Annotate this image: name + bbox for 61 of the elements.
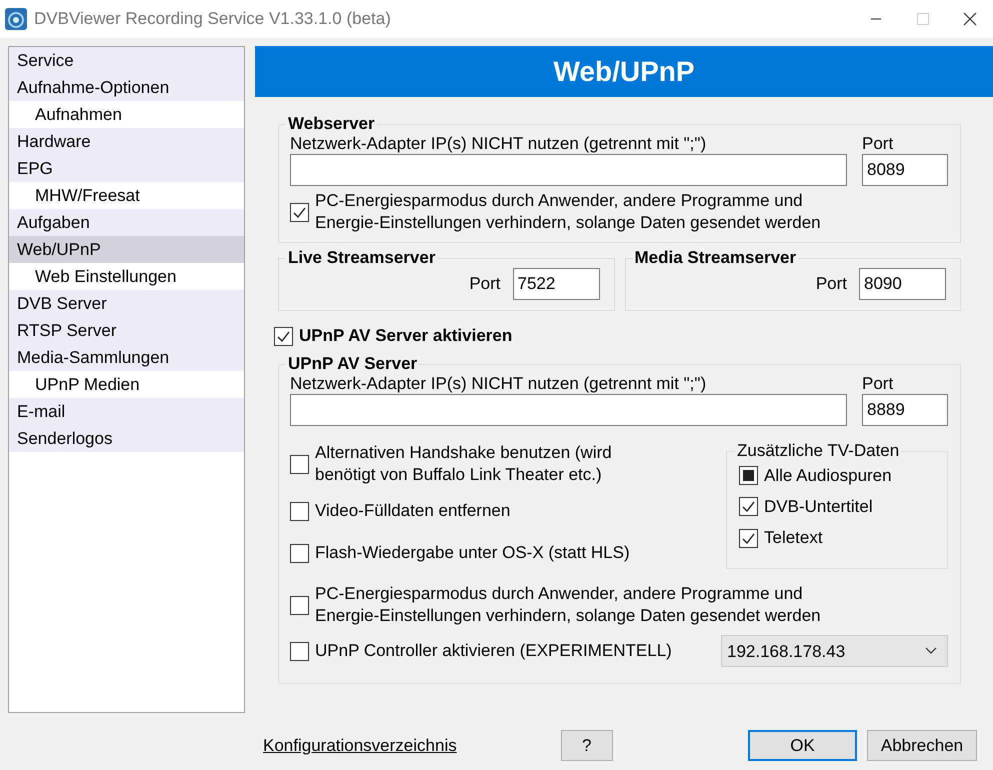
maximize-icon [916, 12, 930, 26]
sidebar-item[interactable]: Service [9, 47, 244, 74]
sidebar-item[interactable]: DVB Server [9, 290, 244, 317]
group-title: UPnP AV Server [287, 355, 418, 374]
cancel-button[interactable]: Abbrechen [867, 730, 977, 761]
ip-dropdown[interactable]: 192.168.178.43 [721, 635, 948, 668]
app-icon [4, 7, 28, 31]
group-title: Live Streamserver [287, 249, 436, 268]
sidebar-item[interactable]: EPG [9, 155, 244, 182]
sidebar-item[interactable]: Media-Sammlungen [9, 344, 244, 371]
sidebar-item[interactable]: E-mail [9, 398, 244, 425]
checkbox[interactable] [290, 454, 309, 474]
checkbox[interactable] [739, 497, 758, 516]
checkbox[interactable] [290, 596, 309, 615]
indeterminate-icon [743, 470, 754, 482]
sidebar-item[interactable]: Hardware [9, 128, 244, 155]
window-title: DVBViewer Recording Service V1.33.1.0 (beta) [34, 8, 391, 30]
group-title: Webserver [287, 115, 376, 134]
checkbox[interactable] [290, 544, 309, 563]
checkbox[interactable] [290, 502, 309, 521]
close-icon [962, 12, 976, 26]
sidebar-item[interactable]: Web/UPnP [9, 236, 244, 263]
page-header: Web/UPnP [255, 46, 993, 97]
checkbox-label: UPnP AV Server aktivieren [299, 324, 512, 347]
checkbox-label: PC-Energiesparmodus durch Anwender, andere Programme und Energie-Einstellungen verhindern, solange Daten gesendet werden [315, 583, 822, 628]
help-button[interactable]: ? [560, 730, 613, 761]
port-field[interactable]: 8090 [859, 268, 946, 300]
field-label: Netzwerk-Adapter IP(s) NICHT nutzen (getrennt mit ";") [290, 374, 708, 394]
checkbox-label: PC-Energiesparmodus durch Anwender, andere Programme und Energie-Einstellungen verhindern, solange Daten gesendet werden [315, 190, 822, 234]
checkbox[interactable] [739, 466, 758, 486]
checkbox-label: Alle Audiospuren [764, 464, 892, 487]
port-field[interactable]: 8889 [862, 394, 948, 426]
chevron-down-icon [925, 647, 937, 656]
field-label: Port [469, 273, 500, 296]
sidebar-item[interactable]: RTSP Server [9, 317, 244, 344]
field-label: Port [862, 134, 894, 154]
config-folder-link[interactable]: Konfigurationsverzeichnis [263, 732, 457, 758]
field-label: Port [862, 374, 894, 394]
field-label: Netzwerk-Adapter IP(s) NICHT nutzen (getrennt mit ";") [290, 134, 708, 154]
check-icon [741, 499, 756, 514]
checkbox-label: Video-Fülldaten entfernen [315, 500, 510, 522]
checkbox[interactable] [274, 326, 293, 346]
port-field[interactable]: 8089 [862, 154, 948, 186]
sidebar-item[interactable]: Aufnahme-Optionen [9, 74, 244, 101]
ip-field[interactable] [290, 394, 847, 426]
checkbox-label: Teletext [764, 527, 823, 549]
field-label: Port [816, 273, 847, 296]
checkbox-label: UPnP Controller aktivieren (EXPERIMENTELL) [315, 640, 672, 662]
checkbox-label: DVB-Untertitel [764, 496, 873, 518]
sidebar-item[interactable]: Senderlogos [9, 425, 244, 452]
checkbox[interactable] [290, 642, 309, 661]
checkbox[interactable] [739, 528, 758, 548]
port-field[interactable]: 7522 [512, 268, 600, 300]
checkbox[interactable] [290, 202, 309, 222]
checkbox-label: Alternativen Handshake benutzen (wird benötigt von Buffalo Link Theater etc.) [315, 442, 613, 486]
group-title: Media Streamserver [634, 249, 798, 268]
ok-button[interactable]: OK [748, 730, 857, 761]
sidebar-item[interactable]: Aufgaben [9, 209, 244, 236]
ip-field[interactable] [290, 154, 847, 186]
group-title: Zusätzliche TV-Daten [736, 442, 900, 461]
checkbox-label: Flash-Wiedergabe unter OS-X (statt HLS) [315, 542, 630, 564]
